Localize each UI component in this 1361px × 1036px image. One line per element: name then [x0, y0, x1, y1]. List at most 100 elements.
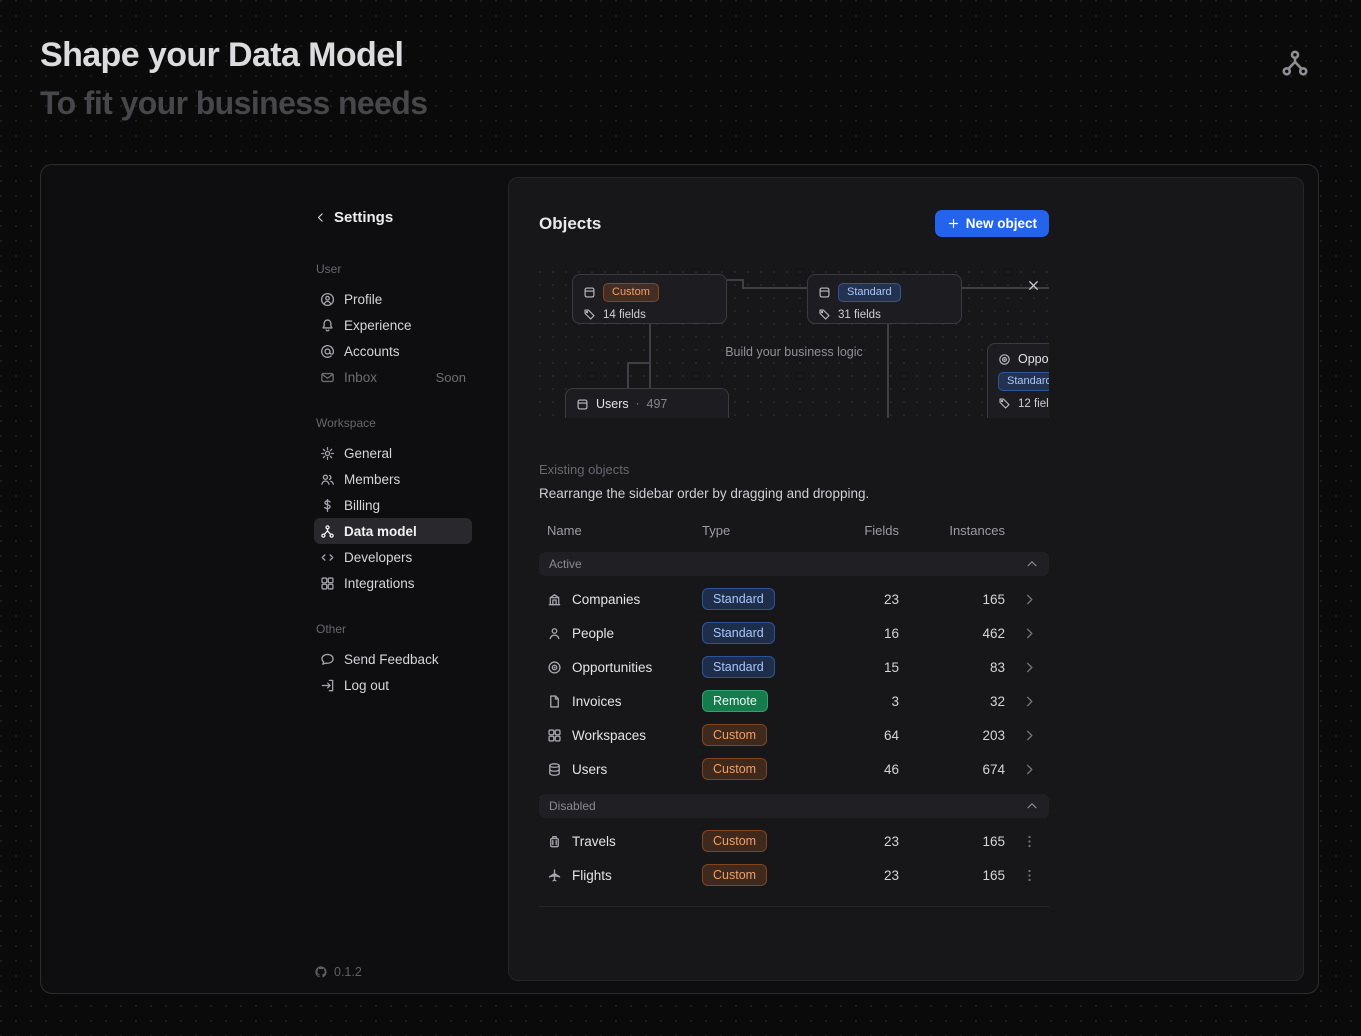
table-row-opportunities[interactable]: Opportunities Standard 15 83: [539, 650, 1049, 684]
object-name: Flights: [572, 868, 612, 883]
sidebar-item-label: General: [344, 446, 392, 461]
column-header-instances: Instances: [899, 523, 1005, 538]
sidebar-item-inbox[interactable]: Inbox Soon: [314, 364, 472, 390]
code-icon: [320, 550, 335, 565]
table-group-disabled: Disabled Travels Custom 23 165 Flights C…: [539, 794, 1049, 892]
kebab-icon[interactable]: [1022, 834, 1037, 849]
sidebar-sections: User Profile Experience Accounts Inbox S…: [314, 262, 472, 698]
chevron-up-icon: [1025, 557, 1039, 571]
mail-icon: [320, 370, 335, 385]
github-icon: [314, 965, 328, 979]
sidebar-item-billing[interactable]: Billing: [314, 492, 472, 518]
instances-count: 674: [899, 762, 1005, 777]
box-icon: [583, 286, 596, 299]
chevron-right-icon[interactable]: [1022, 728, 1037, 743]
column-header-name: Name: [539, 523, 702, 538]
chevron-up-icon: [1025, 799, 1039, 813]
data-model-canvas[interactable]: Custom 14 fields Standard 31 fields: [539, 271, 1049, 418]
existing-objects-subtitle: Rearrange the sidebar order by dragging …: [539, 486, 1049, 501]
new-object-label: New object: [966, 216, 1037, 231]
fields-count: 12 fields: [1018, 398, 1049, 410]
sidebar-item-experience[interactable]: Experience: [314, 312, 472, 338]
fields-count: 3: [822, 694, 899, 709]
kebab-icon[interactable]: [1022, 868, 1037, 883]
table-group-label: Active: [549, 557, 582, 571]
sidebar-item-developers[interactable]: Developers: [314, 544, 472, 570]
connector-line: [742, 287, 807, 289]
settings-back-button[interactable]: Settings: [314, 209, 472, 226]
sidebar-item-label: Billing: [344, 498, 380, 513]
sidebar-item-profile[interactable]: Profile: [314, 286, 472, 312]
table-group-label: Disabled: [549, 799, 596, 813]
type-badge: Custom: [702, 724, 767, 747]
type-badge: Custom: [702, 830, 767, 853]
sidebar-item-label: Inbox: [344, 370, 377, 385]
type-badge: Standard: [702, 622, 775, 645]
table-group-header[interactable]: Disabled: [539, 794, 1049, 818]
chevron-right-icon[interactable]: [1022, 762, 1037, 777]
chevron-right-icon[interactable]: [1022, 626, 1037, 641]
objects-title: Objects: [539, 214, 601, 234]
data-model-icon: [1280, 48, 1310, 78]
database-icon: [547, 762, 562, 777]
connector-line: [649, 362, 651, 388]
canvas-node-custom[interactable]: Custom 14 fields: [572, 274, 727, 324]
table-group-header[interactable]: Active: [539, 552, 1049, 576]
canvas-node-opportunities[interactable]: Opportunities Standard 12 fields: [987, 343, 1049, 418]
sidebar-item-log-out[interactable]: Log out: [314, 672, 472, 698]
dollar-icon: [320, 498, 335, 513]
table-row-users[interactable]: Users Custom 46 674: [539, 752, 1049, 786]
sidebar-item-data-model[interactable]: Data model: [314, 518, 472, 544]
canvas-node-users[interactable]: Users · 497: [565, 388, 729, 418]
logout-icon: [320, 678, 335, 693]
table-row-flights[interactable]: Flights Custom 23 165: [539, 858, 1049, 892]
sidebar-item-general[interactable]: General: [314, 440, 472, 466]
node-separator: ·: [636, 398, 640, 410]
canvas-node-standard[interactable]: Standard 31 fields: [807, 274, 962, 324]
objects-table: Name Type Fields Instances Active Compan…: [539, 523, 1049, 907]
chevron-right-icon[interactable]: [1022, 660, 1037, 675]
sidebar-item-integrations[interactable]: Integrations: [314, 570, 472, 596]
table-row-travels[interactable]: Travels Custom 23 165: [539, 824, 1049, 858]
luggage-icon: [547, 834, 562, 849]
sidebar-item-label: Accounts: [344, 344, 400, 359]
sidebar-item-members[interactable]: Members: [314, 466, 472, 492]
hero: Shape your Data Model To fit your busine…: [40, 36, 427, 122]
sidebar-item-send-feedback[interactable]: Send Feedback: [314, 646, 472, 672]
person-icon: [547, 626, 562, 641]
chat-icon: [320, 652, 335, 667]
sidebar-section: User Profile Experience Accounts Inbox S…: [314, 262, 472, 390]
type-badge: Standard: [702, 656, 775, 679]
column-header-fields: Fields: [822, 523, 899, 538]
fields-count: 23: [822, 834, 899, 849]
sidebar-item-label: Experience: [344, 318, 412, 333]
sidebar-section-label: Workspace: [314, 416, 472, 430]
new-object-button[interactable]: New object: [935, 210, 1049, 237]
sidebar-item-accounts[interactable]: Accounts: [314, 338, 472, 364]
object-name: Travels: [572, 834, 616, 849]
object-name: Companies: [572, 592, 640, 607]
at-sign-icon: [320, 344, 335, 359]
close-icon[interactable]: [1026, 278, 1041, 293]
table-row-companies[interactable]: Companies Standard 23 165: [539, 582, 1049, 616]
table-row-people[interactable]: People Standard 16 462: [539, 616, 1049, 650]
chevron-right-icon[interactable]: [1022, 694, 1037, 709]
table-row-workspaces[interactable]: Workspaces Custom 64 203: [539, 718, 1049, 752]
table-row-invoices[interactable]: Invoices Remote 3 32: [539, 684, 1049, 718]
sidebar-section: Other Send Feedback Log out: [314, 622, 472, 698]
fields-count: 15: [822, 660, 899, 675]
table-groups: Active Companies Standard 23 165 People …: [539, 552, 1049, 892]
object-name: People: [572, 626, 614, 641]
connector-line: [649, 324, 651, 362]
nodes-icon: [320, 524, 335, 539]
fields-count: 23: [822, 868, 899, 883]
connector-line: [727, 279, 743, 281]
existing-objects-title: Existing objects: [539, 462, 1049, 477]
fields-count: 46: [822, 762, 899, 777]
connector-line: [627, 362, 650, 364]
target-icon: [998, 353, 1011, 366]
fields-count: 64: [822, 728, 899, 743]
grid-icon: [320, 576, 335, 591]
chevron-right-icon[interactable]: [1022, 592, 1037, 607]
sidebar-item-label: Members: [344, 472, 400, 487]
